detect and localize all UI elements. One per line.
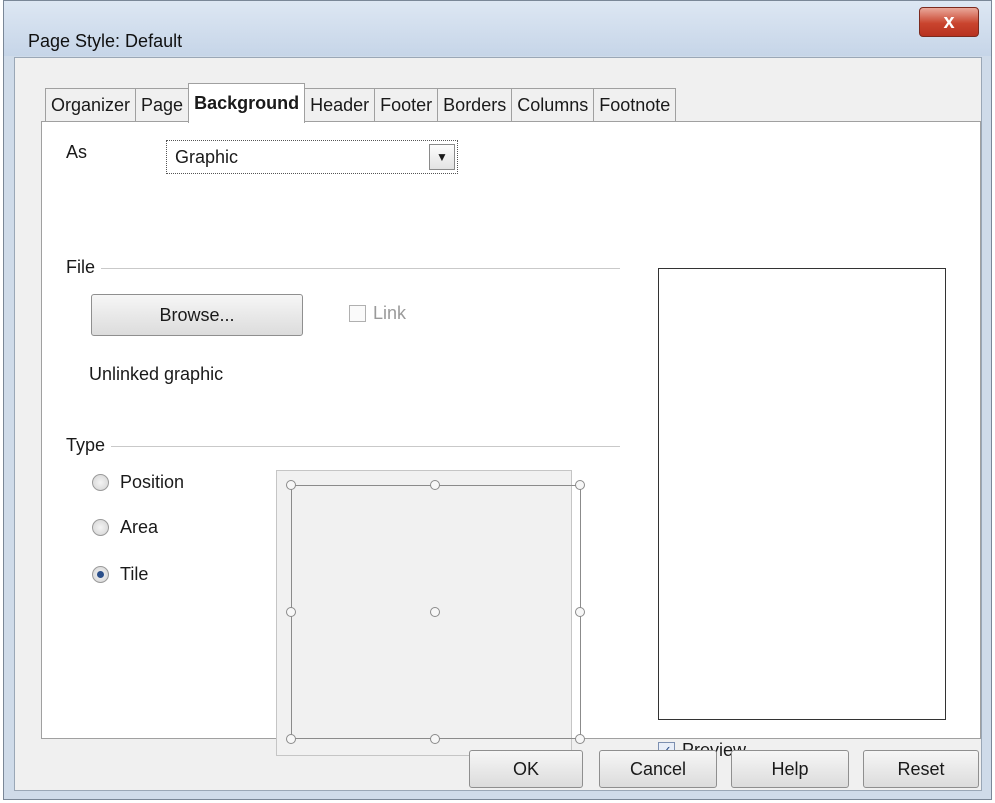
tab-bar: Organizer Page Background Header Footer … bbox=[45, 80, 677, 123]
graphic-status-text: Unlinked graphic bbox=[89, 364, 224, 384]
cancel-button[interactable]: Cancel bbox=[599, 750, 717, 788]
tile-radio-label: Tile bbox=[120, 564, 149, 584]
ok-button[interactable]: OK bbox=[469, 750, 583, 788]
type-option-position[interactable]: Position bbox=[92, 472, 184, 493]
browse-button-label: Browse... bbox=[159, 304, 235, 325]
tab-footer[interactable]: Footer bbox=[374, 88, 439, 122]
position-point-middle-right[interactable] bbox=[575, 607, 585, 617]
tab-page[interactable]: Page bbox=[135, 88, 190, 122]
as-label: As bbox=[66, 142, 88, 162]
reset-button-label: Reset bbox=[897, 758, 945, 779]
close-button[interactable]: x bbox=[919, 7, 979, 37]
ok-button-label: OK bbox=[512, 758, 539, 779]
position-radio-label: Position bbox=[120, 472, 185, 492]
preview-area bbox=[658, 268, 946, 720]
link-checkbox[interactable]: Link bbox=[349, 303, 406, 324]
type-option-tile[interactable]: Tile bbox=[92, 564, 148, 585]
dropdown-arrow-icon[interactable]: ▼ bbox=[429, 144, 455, 170]
type-group-label: Type bbox=[66, 435, 112, 456]
type-option-area[interactable]: Area bbox=[92, 517, 158, 538]
position-point-middle-left[interactable] bbox=[286, 607, 296, 617]
help-button[interactable]: Help bbox=[731, 750, 849, 788]
tab-header[interactable]: Header bbox=[304, 88, 376, 122]
area-radio[interactable] bbox=[92, 519, 109, 536]
title-bar[interactable]: Page Style: Default x bbox=[4, 1, 991, 56]
tab-footnote[interactable]: Footnote bbox=[593, 88, 677, 122]
browse-button[interactable]: Browse... bbox=[91, 294, 303, 336]
position-point-bottom-right[interactable] bbox=[575, 734, 585, 744]
position-point-top-right[interactable] bbox=[575, 480, 585, 490]
close-icon: x bbox=[943, 10, 955, 33]
background-tab-panel: As Graphic ▼ File Browse... Link Unlinke… bbox=[41, 121, 981, 760]
dialog-window: Page Style: Default x Organizer Page Bac… bbox=[3, 0, 992, 800]
position-radio[interactable] bbox=[92, 474, 109, 491]
dialog-body: Organizer Page Background Header Footer … bbox=[14, 57, 982, 791]
position-selector bbox=[276, 470, 585, 756]
reset-button[interactable]: Reset bbox=[863, 750, 979, 788]
file-group-divider bbox=[66, 268, 620, 269]
position-point-bottom-left[interactable] bbox=[286, 734, 296, 744]
link-checkbox-label: Link bbox=[373, 303, 407, 323]
link-checkbox-box[interactable] bbox=[349, 305, 366, 322]
type-group-divider bbox=[66, 446, 620, 447]
position-point-bottom-center[interactable] bbox=[430, 734, 440, 744]
position-point-top-center[interactable] bbox=[430, 480, 440, 490]
tab-background[interactable]: Background bbox=[188, 83, 306, 123]
tab-columns[interactable]: Columns bbox=[511, 88, 595, 122]
as-dropdown[interactable]: Graphic ▼ bbox=[166, 140, 458, 174]
cancel-button-label: Cancel bbox=[629, 758, 687, 779]
position-point-top-left[interactable] bbox=[286, 480, 296, 490]
file-group-label: File bbox=[66, 257, 102, 278]
tab-borders[interactable]: Borders bbox=[437, 88, 513, 122]
as-dropdown-value: Graphic bbox=[175, 146, 239, 167]
area-radio-label: Area bbox=[120, 517, 159, 537]
tile-radio[interactable] bbox=[92, 566, 109, 583]
window-title: Page Style: Default bbox=[28, 31, 183, 51]
help-button-label: Help bbox=[771, 758, 809, 779]
tab-organizer[interactable]: Organizer bbox=[45, 88, 137, 122]
position-point-center[interactable] bbox=[430, 607, 440, 617]
